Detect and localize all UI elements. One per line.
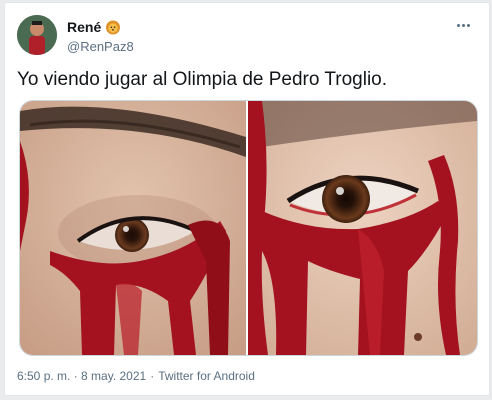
tweet-footer: 6:50 p. m. · 8 may. 2021 · Twitter for A… — [17, 369, 255, 383]
avatar[interactable] — [17, 15, 57, 55]
tweet-header: René @RenPaz8 — [17, 13, 477, 61]
source-app[interactable]: Twitter for Android — [158, 369, 255, 383]
tweet-media — [19, 100, 478, 356]
timestamp[interactable]: 6:50 p. m. · 8 may. 2021 — [17, 369, 146, 383]
user-handle[interactable]: @RenPaz8 — [67, 39, 134, 54]
tweet-card: René @RenPaz8 Yo viendo jugar al Olimpia… — [4, 2, 490, 396]
display-name[interactable]: René — [67, 19, 101, 35]
photo-eye-right[interactable] — [248, 101, 477, 355]
tweet-text: Yo viendo jugar al Olimpia de Pedro Trog… — [17, 69, 388, 90]
name-row: René — [67, 19, 121, 35]
more-options-icon[interactable] — [453, 17, 473, 33]
photo-eye-left[interactable] — [20, 101, 246, 355]
footer-separator: · — [150, 369, 155, 383]
lion-emoji-icon — [105, 19, 121, 35]
